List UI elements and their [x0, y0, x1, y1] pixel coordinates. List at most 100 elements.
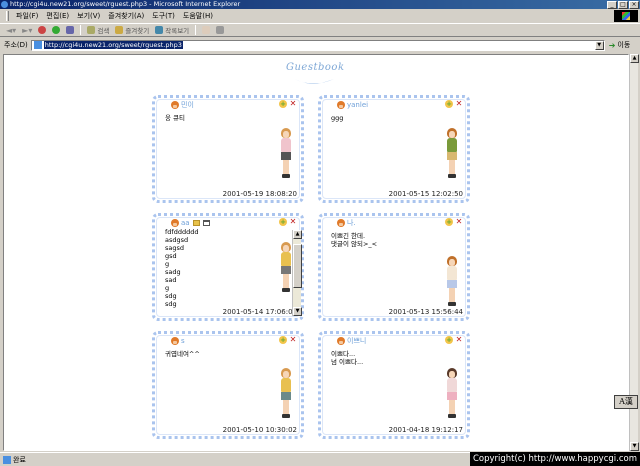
mail-icon [202, 26, 211, 34]
scroll-up-button[interactable]: ▲ [630, 54, 639, 63]
go-arrow-icon: ➔ [608, 40, 616, 50]
reply-button[interactable]: + [279, 218, 287, 226]
address-label: 주소(D) [4, 41, 28, 49]
menu-help[interactable]: 도움말(H) [179, 11, 217, 21]
window-controls: _ □ × [607, 1, 639, 9]
guestbook-card: aa + ✕ fdfdddddd asdgsd sagsd gsd g sadg sa… [152, 213, 304, 321]
close-button[interactable]: × [629, 1, 639, 9]
maximize-button[interactable]: □ [618, 1, 628, 9]
guestbook-card: 민이 + ✕ 웅 큐티 2001-05-19 18:08:20 [152, 95, 304, 203]
delete-button[interactable]: ✕ [455, 336, 463, 344]
character-illustration-icon [445, 256, 459, 308]
refresh-icon [52, 26, 61, 34]
author-name: yanlei [347, 101, 369, 109]
message-body: 이쁘긴 한데. 댓글이 않되>_< [331, 232, 378, 248]
delete-button[interactable]: ✕ [289, 218, 297, 226]
search-button[interactable]: 검색 [87, 25, 109, 35]
author-icon [171, 101, 179, 109]
message-body: 귀엽네여^^ [165, 350, 200, 358]
forward-arrow-icon: ►▾ [22, 25, 33, 35]
menu-edit[interactable]: 편집(E) [42, 11, 73, 21]
search-icon [87, 26, 96, 34]
logo-swoosh-icon [294, 79, 334, 84]
toolbar-grip[interactable] [6, 11, 9, 21]
message-scroll-up-button[interactable]: ▲ [293, 230, 302, 239]
author-icon [171, 337, 179, 345]
reply-button[interactable]: + [445, 336, 453, 344]
guestbook-card: yanlei + ✕ ggg 2001-05-15 12:02:50 [318, 95, 470, 203]
delete-button[interactable]: ✕ [455, 100, 463, 108]
card-actions: + ✕ [445, 218, 463, 226]
favorites-icon [115, 26, 124, 34]
post-date: 2001-04-18 19:12:17 [388, 426, 463, 434]
menu-bar: 파일(F) 편집(E) 보기(V) 즐겨찾기(A) 도구(T) 도움말(H) [0, 10, 640, 22]
message-scroll-down-button[interactable]: ▼ [293, 307, 302, 316]
author-icon [337, 219, 345, 227]
delete-button[interactable]: ✕ [455, 218, 463, 226]
author-icon [171, 219, 179, 227]
message-body: 웅 큐티 [165, 114, 186, 122]
toolbar-separator [195, 25, 197, 35]
character-illustration-icon [445, 368, 459, 420]
copyright-banner: Copyright(c) http://www.happycgi.com [469, 452, 640, 466]
address-url[interactable]: http://cgi4u.new21.org/sweet/rguest.php3 [43, 41, 183, 49]
menu-file[interactable]: 파일(F) [12, 11, 42, 21]
guestbook-logo: Guestbook [286, 62, 344, 90]
message-scroll-thumb[interactable] [293, 244, 302, 288]
character-illustration-icon [445, 128, 459, 180]
go-button[interactable]: ➔ 이동 [609, 40, 631, 50]
minimize-button[interactable]: _ [607, 1, 617, 9]
message-body: 이쁘다... 넘 이쁘다... [331, 350, 364, 366]
page-scrollbar[interactable]: ▲ ▼ [629, 54, 639, 451]
status-text: 완료 [13, 455, 26, 464]
post-date: 2001-05-13 15:56:44 [388, 308, 463, 316]
character-illustration-icon [279, 242, 293, 294]
stop-button[interactable] [38, 26, 47, 34]
scroll-down-button[interactable]: ▼ [630, 442, 639, 451]
print-button[interactable] [216, 26, 225, 34]
history-button[interactable]: 작록보기 [155, 25, 189, 35]
title-bar: http://cgi4u.new21.org/sweet/rguest.php3… [0, 0, 640, 9]
card-actions: + ✕ [279, 218, 297, 226]
home-button[interactable] [66, 26, 75, 34]
forward-button[interactable]: ►▾ [22, 26, 32, 35]
author-name: 나. [347, 219, 356, 227]
post-date: 2001-05-14 17:06:04 [222, 308, 297, 316]
author-name: 이쁘니 [347, 337, 367, 345]
menu-view[interactable]: 보기(V) [73, 11, 104, 21]
card-actions: + ✕ [445, 336, 463, 344]
ie-icon [1, 1, 8, 8]
menu-favorites[interactable]: 즐겨찾기(A) [104, 11, 148, 21]
reply-button[interactable]: + [279, 100, 287, 108]
reply-button[interactable]: + [445, 100, 453, 108]
reply-button[interactable]: + [279, 336, 287, 344]
print-icon [216, 26, 225, 34]
message-scrollbar[interactable]: ▲ ▼ [292, 230, 302, 316]
homepage-icon[interactable] [202, 220, 210, 226]
card-actions: + ✕ [279, 100, 297, 108]
delete-button[interactable]: ✕ [289, 100, 297, 108]
message-body: fdfdddddd asdgsd sagsd gsd g sadg sad g … [165, 228, 199, 308]
mail-button[interactable] [202, 26, 211, 34]
reply-button[interactable]: + [445, 218, 453, 226]
back-arrow-icon: ◄▾ [6, 25, 17, 35]
address-input[interactable]: http://cgi4u.new21.org/sweet/rguest.php3… [30, 39, 605, 51]
character-illustration-icon [279, 128, 293, 180]
card-actions: + ✕ [445, 100, 463, 108]
email-icon[interactable] [192, 220, 200, 226]
back-button[interactable]: ◄▾ [6, 26, 16, 35]
author-icon [337, 101, 345, 109]
refresh-button[interactable] [52, 26, 61, 34]
address-dropdown-button[interactable]: ▼ [594, 40, 604, 50]
favorites-label: 즐겨찾기 [125, 27, 150, 35]
standard-toolbar: ◄▾ ►▾ 검색 즐겨찾기 작록보기 [0, 23, 640, 37]
page-icon [33, 41, 42, 49]
post-date: 2001-05-19 18:08:20 [222, 190, 297, 198]
guestbook-card: 이쁘니 + ✕ 이쁘다... 넘 이쁘다... 2001-04-18 19:12:17 [318, 331, 470, 439]
go-label: 이동 [617, 41, 631, 49]
ime-indicator[interactable]: A漢 [614, 395, 638, 409]
menu-tools[interactable]: 도구(T) [148, 11, 179, 21]
stop-icon [38, 26, 47, 34]
favorites-button[interactable]: 즐겨찾기 [115, 25, 149, 35]
delete-button[interactable]: ✕ [289, 336, 297, 344]
